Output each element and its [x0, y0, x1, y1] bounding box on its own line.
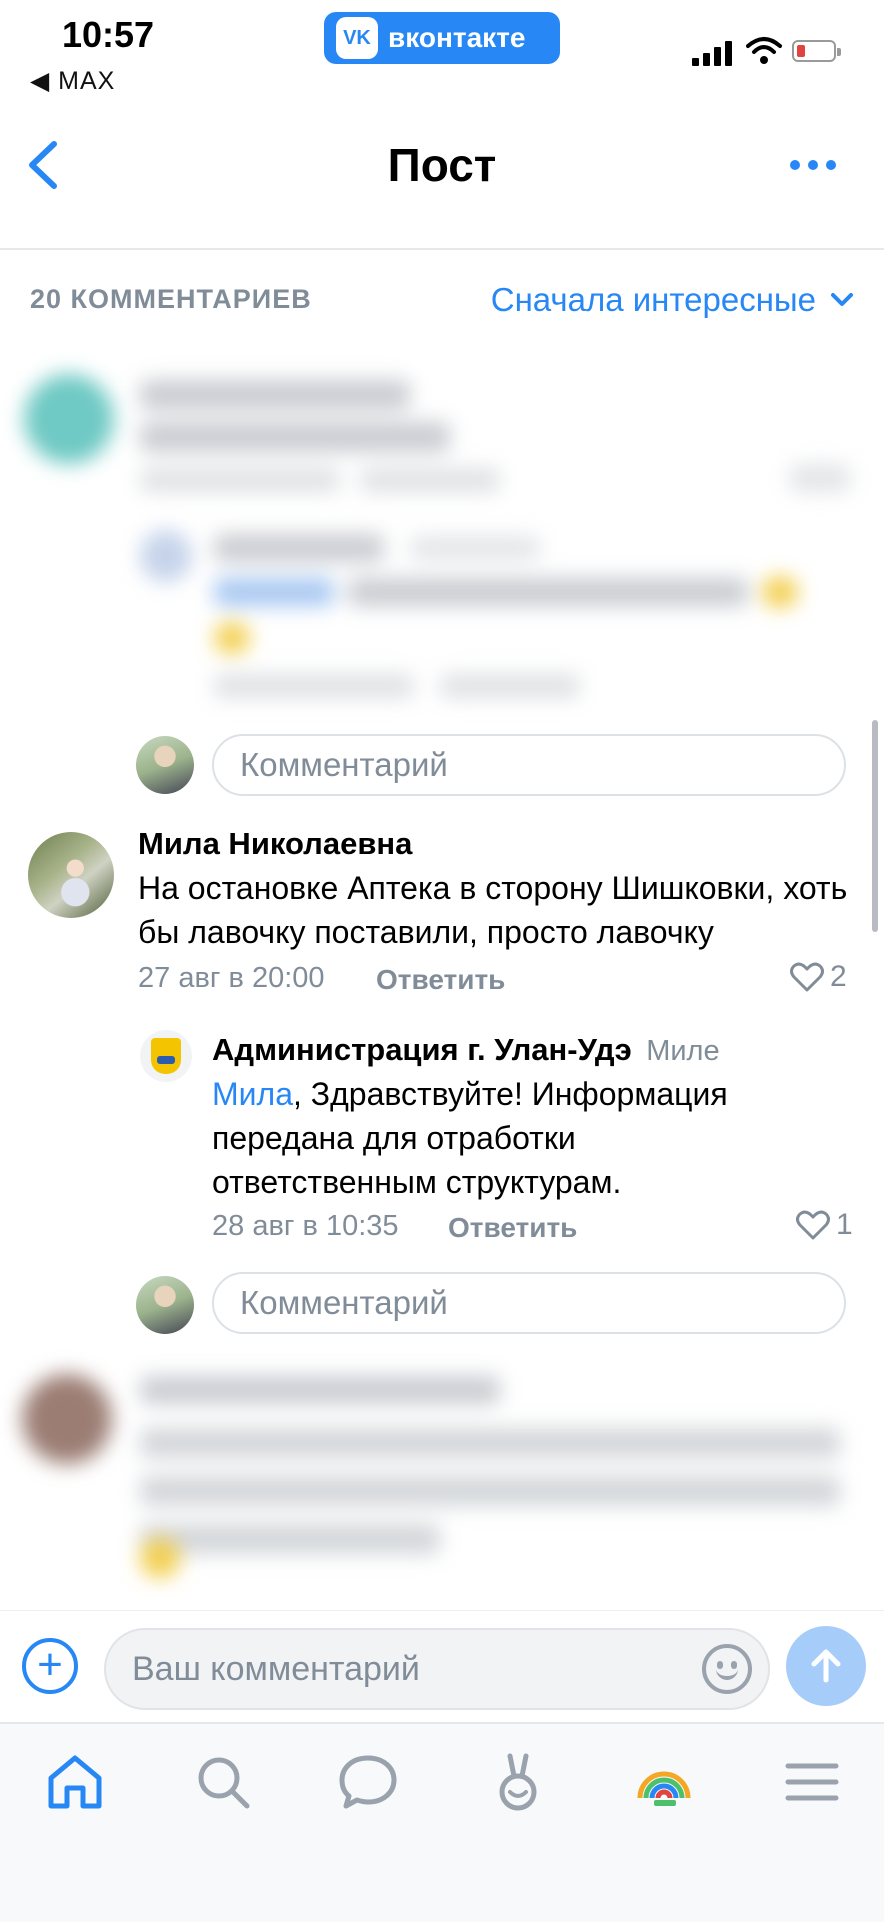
comments-count: 20 КОММЕНТАРИЕВ [30, 284, 312, 314]
chevron-down-icon [831, 293, 853, 306]
blurred-comment [0, 1350, 884, 1610]
reply-button[interactable]: Ответить [448, 1212, 577, 1244]
reply-header: Администрация г. Улан-Удэ Миле [212, 1032, 720, 1068]
reply-button[interactable]: Ответить [376, 964, 505, 996]
send-button[interactable] [786, 1626, 866, 1706]
services-icon[interactable] [634, 1752, 694, 1812]
scrollbar[interactable] [872, 720, 878, 932]
city-crest-icon [151, 1038, 181, 1074]
menu-icon[interactable] [782, 1752, 842, 1812]
app-badge: VK вконтакте [324, 12, 560, 64]
mention-link[interactable]: Мила [212, 1076, 293, 1112]
like-button[interactable]: 2 [790, 960, 847, 994]
comment-input[interactable]: Ваш комментарий [104, 1628, 770, 1710]
home-icon[interactable] [45, 1752, 105, 1812]
plus-circle-icon[interactable]: + [22, 1638, 78, 1694]
reply-date: 28 авг в 10:35 [212, 1210, 399, 1242]
header-divider [0, 248, 884, 250]
sort-dropdown[interactable]: Сначала интересные [491, 281, 854, 319]
page-title: Пост [387, 139, 497, 191]
wifi-icon [746, 37, 782, 64]
reply-author[interactable]: Администрация г. Улан-Удэ [212, 1032, 632, 1067]
search-icon[interactable] [193, 1752, 253, 1812]
like-button[interactable]: 1 [796, 1208, 853, 1242]
comment-author[interactable]: Мила Николаевна [138, 826, 412, 862]
smile-icon[interactable] [702, 1644, 752, 1694]
reply-text-block: Мила, Здравствуйте! Информация передана … [212, 1072, 792, 1204]
more-horizontal-icon[interactable] [790, 160, 836, 170]
reply-comment-input[interactable]: Комментарий [212, 1272, 846, 1334]
arrow-up-icon [811, 1649, 841, 1683]
back-to-app-link[interactable]: ◀ MAX [30, 66, 115, 96]
heart-icon [790, 962, 824, 992]
vk-logo-icon: VK [336, 17, 378, 59]
messages-icon[interactable] [338, 1752, 398, 1812]
blurred-comment [0, 340, 884, 720]
tab-bar [0, 1722, 884, 1922]
reply-comment-input[interactable]: Комментарий [212, 734, 846, 796]
app-badge-label: вконтакте [388, 22, 526, 53]
heart-icon [796, 1210, 830, 1240]
comment-text: На остановке Аптека в сторону Шишковки, … [138, 870, 848, 950]
battery-icon [792, 40, 841, 62]
cellular-signal-icon [692, 40, 732, 66]
clips-icon[interactable] [488, 1752, 548, 1812]
current-user-avatar [136, 736, 194, 794]
reply-to: Миле [646, 1035, 720, 1067]
sort-label: Сначала интересные [490, 281, 816, 318]
comment-date: 27 авг в 20:00 [138, 962, 325, 994]
like-count: 1 [836, 1208, 853, 1241]
status-time: 10:57 [62, 14, 155, 55]
avatar[interactable] [140, 1030, 192, 1082]
current-user-avatar [136, 1276, 194, 1334]
like-count: 2 [830, 960, 847, 993]
avatar[interactable] [28, 832, 114, 918]
